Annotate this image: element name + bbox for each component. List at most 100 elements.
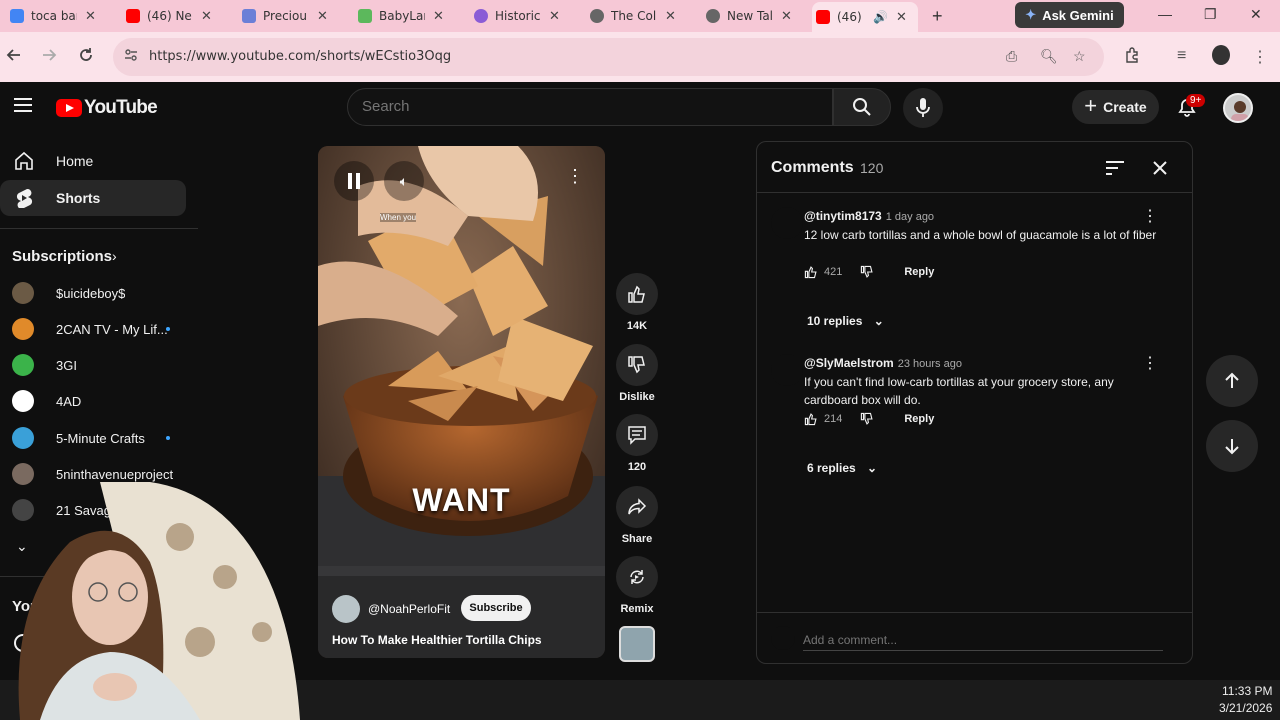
close-icon[interactable]: [1152, 160, 1168, 176]
comments-header: Comments 120: [757, 142, 1192, 193]
previous-short-button[interactable]: [1206, 355, 1258, 407]
subscription-channel[interactable]: 2CAN TV - My Lif...: [12, 311, 170, 347]
video-more-options-icon[interactable]: ⋮: [566, 166, 584, 187]
short-title[interactable]: How To Make Healthier Tortilla Chips: [332, 633, 542, 647]
account-avatar[interactable]: [1223, 93, 1253, 123]
channel-name: 5ninthavenueproject: [56, 466, 174, 482]
channel-handle[interactable]: @NoahPerloFit: [368, 602, 450, 616]
extensions-puzzle-icon[interactable]: [1124, 47, 1140, 68]
new-content-dot: [166, 327, 170, 331]
close-tab-icon[interactable]: ✕: [317, 9, 328, 24]
browser-toolbar: https://www.youtube.com/shorts/wECstio3O…: [0, 32, 1280, 82]
install-app-icon[interactable]: ⎙: [1006, 48, 1017, 65]
comment-author[interactable]: @tinytim8173: [804, 209, 882, 223]
new-tab-plus-icon[interactable]: +: [932, 6, 943, 27]
browser-tab[interactable]: Preciou ✕: [242, 4, 328, 28]
tab-title: The Col: [611, 9, 657, 23]
commenter-avatar[interactable]: [771, 354, 803, 386]
speaker-icon[interactable]: 🔊: [873, 10, 888, 24]
thumbs-up-icon[interactable]: [804, 412, 818, 426]
search-box[interactable]: [347, 88, 833, 126]
url-text[interactable]: https://www.youtube.com/shorts/wECstio3O…: [149, 49, 451, 64]
close-tab-icon[interactable]: ✕: [781, 9, 792, 24]
taskbar-clock-time[interactable]: 11:33 PM: [1222, 684, 1272, 698]
sidebar-divider: [0, 228, 198, 229]
sidebar-item-home[interactable]: Home: [0, 143, 186, 179]
dislike-button[interactable]: Dislike: [615, 344, 659, 403]
subscription-channel[interactable]: 4AD: [12, 383, 81, 419]
close-tab-icon[interactable]: ✕: [896, 10, 907, 25]
channel-avatar[interactable]: [332, 595, 360, 623]
create-button[interactable]: + Create: [1072, 90, 1159, 124]
browser-tab[interactable]: New Tal ✕: [706, 4, 792, 28]
window-close-icon[interactable]: ✕: [1250, 6, 1262, 23]
view-replies-button[interactable]: 10 replies ⌄: [807, 314, 884, 328]
close-tab-icon[interactable]: ✕: [433, 9, 444, 24]
thumbs-up-icon[interactable]: [804, 265, 818, 279]
subscribe-button[interactable]: Subscribe: [461, 595, 531, 621]
commenter-avatar[interactable]: [771, 207, 803, 239]
profile-icon[interactable]: [1212, 45, 1230, 65]
browser-tab[interactable]: BabyLan ✕: [358, 4, 444, 28]
short-video-player[interactable]: 🔈︎ ⋮ When you WANT @NoahPerloFit Subscri…: [318, 146, 605, 658]
share-button[interactable]: Share: [615, 486, 659, 545]
view-replies-button[interactable]: 6 replies ⌄: [807, 461, 877, 475]
forward-arrow-icon[interactable]: [41, 47, 57, 68]
add-comment-input[interactable]: [803, 629, 1163, 651]
search-button[interactable]: [833, 88, 891, 126]
browser-tab[interactable]: Historic ✕: [474, 4, 560, 28]
browser-tab[interactable]: toca bar ✕: [10, 4, 96, 28]
browser-tab[interactable]: (46) Ne ✕: [126, 4, 212, 28]
site-settings-icon[interactable]: [124, 48, 138, 65]
close-tab-icon[interactable]: ✕: [201, 9, 212, 24]
remix-button[interactable]: Remix: [615, 556, 659, 615]
thumbs-down-icon[interactable]: [860, 412, 874, 426]
reload-icon[interactable]: [78, 47, 94, 68]
comment-text: If you can't find low-carb tortillas at …: [804, 375, 1114, 407]
channel-name: $uicideboy$: [56, 285, 126, 301]
minimize-icon[interactable]: —: [1158, 6, 1172, 22]
arrow-up-icon: [1225, 372, 1239, 388]
ask-gemini-button[interactable]: ✦ Ask Gemini: [1015, 2, 1124, 28]
close-tab-icon[interactable]: ✕: [85, 9, 96, 24]
zoom-icon[interactable]: 🔍︎: [1040, 48, 1058, 65]
sidebar-item-label: Shorts: [56, 190, 101, 206]
next-short-button[interactable]: [1206, 420, 1258, 472]
sidebar-item-shorts[interactable]: Shorts: [0, 180, 186, 216]
comment-more-icon[interactable]: ⋮: [1142, 353, 1158, 373]
voice-search-button[interactable]: [903, 88, 943, 128]
comment-actions: 214 Reply: [804, 412, 934, 426]
subscription-channel[interactable]: 3GI: [12, 347, 77, 383]
subscription-channel[interactable]: 5-Minute Crafts: [12, 420, 170, 456]
taskbar-clock-date[interactable]: 3/21/2026: [1219, 701, 1272, 715]
back-arrow-icon[interactable]: [6, 47, 22, 68]
comment-meta: @tinytim8173 1 day ago: [804, 207, 934, 225]
youtube-logo[interactable]: YouTube: [56, 97, 158, 119]
media-queue-icon[interactable]: ≡: [1177, 47, 1186, 65]
reply-button[interactable]: Reply: [904, 266, 934, 278]
thumbs-down-icon[interactable]: [860, 265, 874, 279]
close-tab-icon[interactable]: ✕: [665, 9, 676, 24]
close-tab-icon[interactable]: ✕: [549, 9, 560, 24]
comments-button[interactable]: 120: [615, 414, 659, 473]
browser-tab[interactable]: The Col ✕: [590, 4, 676, 28]
reply-button[interactable]: Reply: [904, 413, 934, 425]
volume-button[interactable]: 🔈︎: [384, 161, 424, 201]
search-input[interactable]: [362, 98, 802, 115]
browser-tab-active[interactable]: (46) 🔊 ✕: [812, 2, 918, 32]
sound-thumbnail[interactable]: [619, 626, 655, 662]
subscriptions-header[interactable]: Subscriptions ›: [0, 238, 186, 274]
restore-icon[interactable]: ❐: [1204, 6, 1217, 23]
subscription-channel[interactable]: $uicideboy$: [12, 275, 125, 311]
comment-author[interactable]: @SlyMaelstrom: [804, 356, 894, 370]
pause-button[interactable]: [334, 161, 374, 201]
sort-icon[interactable]: [1105, 160, 1125, 176]
like-button[interactable]: 14K: [615, 273, 659, 332]
address-bar[interactable]: https://www.youtube.com/shorts/wECstio3O…: [113, 38, 1104, 76]
hamburger-menu-icon[interactable]: [14, 98, 32, 112]
comment-more-icon[interactable]: ⋮: [1142, 206, 1158, 226]
bookmark-star-icon[interactable]: ☆: [1073, 48, 1086, 65]
channel-avatar: [12, 354, 34, 376]
chevron-right-icon: ›: [112, 248, 117, 264]
chrome-menu-icon[interactable]: ⋮: [1252, 47, 1268, 67]
